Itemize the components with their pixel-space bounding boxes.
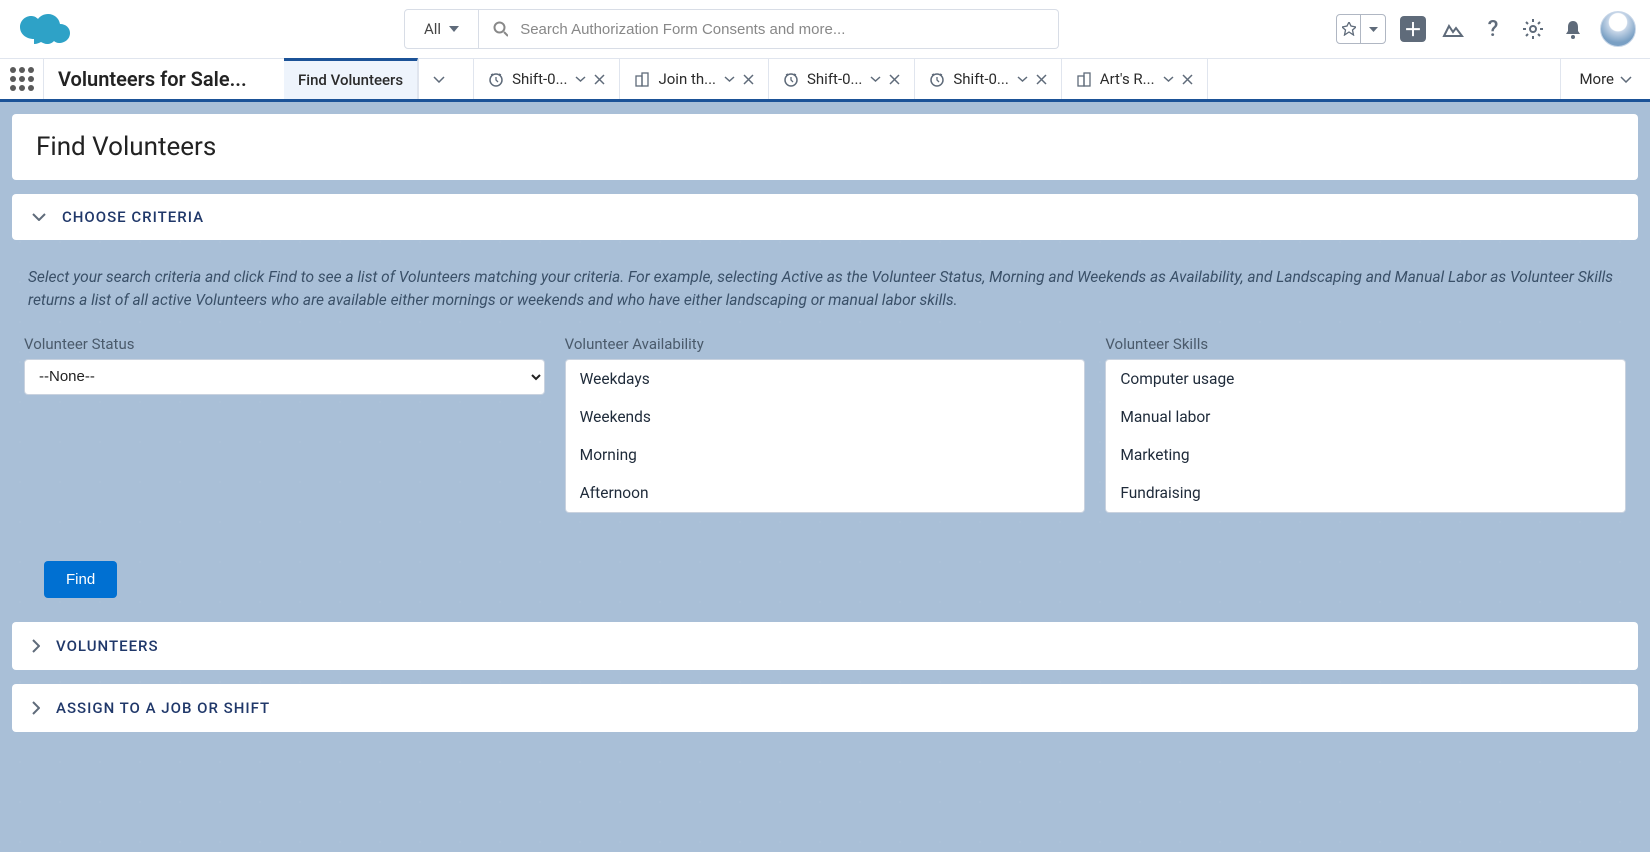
- tab-arts-r[interactable]: Art's R...: [1062, 59, 1208, 99]
- clock-icon: [488, 71, 504, 87]
- section-header-assign[interactable]: ASSIGN TO A JOB OR SHIFT: [12, 684, 1638, 732]
- section-title: ASSIGN TO A JOB OR SHIFT: [56, 699, 270, 717]
- search-icon: [493, 21, 508, 37]
- tab-join-the[interactable]: Join th...: [620, 59, 769, 99]
- page-header: Find Volunteers: [12, 114, 1638, 180]
- page-body: Find Volunteers CHOOSE CRITERIA Select y…: [0, 102, 1650, 852]
- search-scope-button[interactable]: All: [404, 9, 479, 49]
- building-icon: [1076, 71, 1092, 87]
- gear-icon[interactable]: [1520, 16, 1546, 42]
- app-name: Volunteers for Sale...: [44, 59, 284, 99]
- section-assign: ASSIGN TO A JOB OR SHIFT: [12, 684, 1638, 732]
- tab-shift-1[interactable]: Shift-0...: [474, 59, 620, 99]
- caret-down-icon[interactable]: [1361, 15, 1385, 43]
- tab-find-volunteers-menu[interactable]: [418, 59, 474, 99]
- tab-label: Join th...: [658, 70, 716, 88]
- tab-find-volunteers[interactable]: Find Volunteers: [284, 58, 418, 99]
- skills-option[interactable]: Computer usage: [1106, 360, 1625, 398]
- close-icon[interactable]: [1036, 74, 1047, 85]
- tab-label: Find Volunteers: [298, 71, 403, 89]
- chevron-right-icon: [32, 639, 40, 653]
- skills-option[interactable]: Fundraising: [1106, 474, 1625, 512]
- star-icon[interactable]: [1337, 15, 1361, 43]
- search-input[interactable]: [520, 21, 1044, 38]
- tab-shift-2[interactable]: Shift-0...: [769, 59, 915, 99]
- section-header-volunteers[interactable]: VOLUNTEERS: [12, 622, 1638, 670]
- field-volunteer-skills: Volunteer Skills Computer usage Manual l…: [1105, 335, 1626, 513]
- bell-icon[interactable]: [1560, 16, 1586, 42]
- availability-label: Volunteer Availability: [565, 335, 1086, 353]
- page-title: Find Volunteers: [36, 132, 1614, 162]
- availability-option[interactable]: Weekends: [566, 398, 1085, 436]
- building-icon: [634, 71, 650, 87]
- more-label: More: [1579, 70, 1614, 88]
- avatar[interactable]: [1600, 11, 1636, 47]
- global-search[interactable]: [479, 9, 1059, 49]
- clock-icon: [783, 71, 799, 87]
- global-header: All ＋ ?: [0, 0, 1650, 58]
- skills-option[interactable]: Manual labor: [1106, 398, 1625, 436]
- status-select[interactable]: --None--: [24, 359, 545, 395]
- find-button[interactable]: Find: [44, 561, 117, 598]
- availability-option[interactable]: Morning: [566, 436, 1085, 474]
- close-icon[interactable]: [594, 74, 605, 85]
- skills-listbox[interactable]: Computer usage Manual labor Marketing Fu…: [1105, 359, 1626, 513]
- chevron-right-icon: [32, 701, 40, 715]
- chevron-down-icon: [32, 213, 46, 221]
- app-launcher-button[interactable]: [0, 59, 44, 99]
- chevron-down-icon[interactable]: [1017, 76, 1028, 82]
- chevron-down-icon[interactable]: [870, 76, 881, 82]
- search-scope-label: All: [424, 20, 441, 38]
- field-volunteer-availability: Volunteer Availability Weekdays Weekends…: [565, 335, 1086, 513]
- section-header-choose-criteria[interactable]: CHOOSE CRITERIA: [12, 194, 1638, 240]
- salesforce-logo: [14, 9, 74, 49]
- section-volunteers: VOLUNTEERS: [12, 622, 1638, 670]
- tab-shift-3[interactable]: Shift-0...: [915, 59, 1061, 99]
- clock-icon: [929, 71, 945, 87]
- field-volunteer-status: Volunteer Status --None--: [24, 335, 545, 513]
- chevron-down-icon[interactable]: [575, 76, 586, 82]
- availability-option[interactable]: Afternoon: [566, 474, 1085, 512]
- close-icon[interactable]: [1182, 74, 1193, 85]
- header-utility-icons: ＋ ?: [1336, 11, 1636, 47]
- add-icon[interactable]: ＋: [1400, 16, 1426, 42]
- criteria-body: Select your search criteria and click Fi…: [12, 254, 1638, 622]
- waffle-icon: [10, 67, 34, 91]
- availability-option[interactable]: Weekdays: [566, 360, 1085, 398]
- tab-label: Shift-0...: [953, 70, 1008, 88]
- tab-label: Shift-0...: [512, 70, 567, 88]
- chevron-down-icon: [433, 76, 445, 83]
- tab-label: Art's R...: [1100, 70, 1155, 88]
- section-title: CHOOSE CRITERIA: [62, 208, 204, 226]
- section-title: VOLUNTEERS: [56, 637, 159, 655]
- chevron-down-icon[interactable]: [1163, 76, 1174, 82]
- nav-bar: Volunteers for Sale... Find Volunteers S…: [0, 58, 1650, 102]
- close-icon[interactable]: [743, 74, 754, 85]
- favorites-group[interactable]: [1336, 14, 1386, 44]
- chevron-down-icon[interactable]: [724, 76, 735, 82]
- skills-option[interactable]: Marketing: [1106, 436, 1625, 474]
- help-icon[interactable]: ?: [1480, 16, 1506, 42]
- status-label: Volunteer Status: [24, 335, 545, 353]
- caret-down-icon: [449, 26, 459, 32]
- chevron-down-icon: [1620, 76, 1632, 83]
- skills-label: Volunteer Skills: [1105, 335, 1626, 353]
- close-icon[interactable]: [889, 74, 900, 85]
- tab-more[interactable]: More: [1560, 59, 1650, 99]
- criteria-help-text: Select your search criteria and click Fi…: [24, 262, 1626, 331]
- trailhead-icon[interactable]: [1440, 16, 1466, 42]
- availability-listbox[interactable]: Weekdays Weekends Morning Afternoon: [565, 359, 1086, 513]
- tab-label: Shift-0...: [807, 70, 862, 88]
- section-choose-criteria: CHOOSE CRITERIA: [12, 194, 1638, 240]
